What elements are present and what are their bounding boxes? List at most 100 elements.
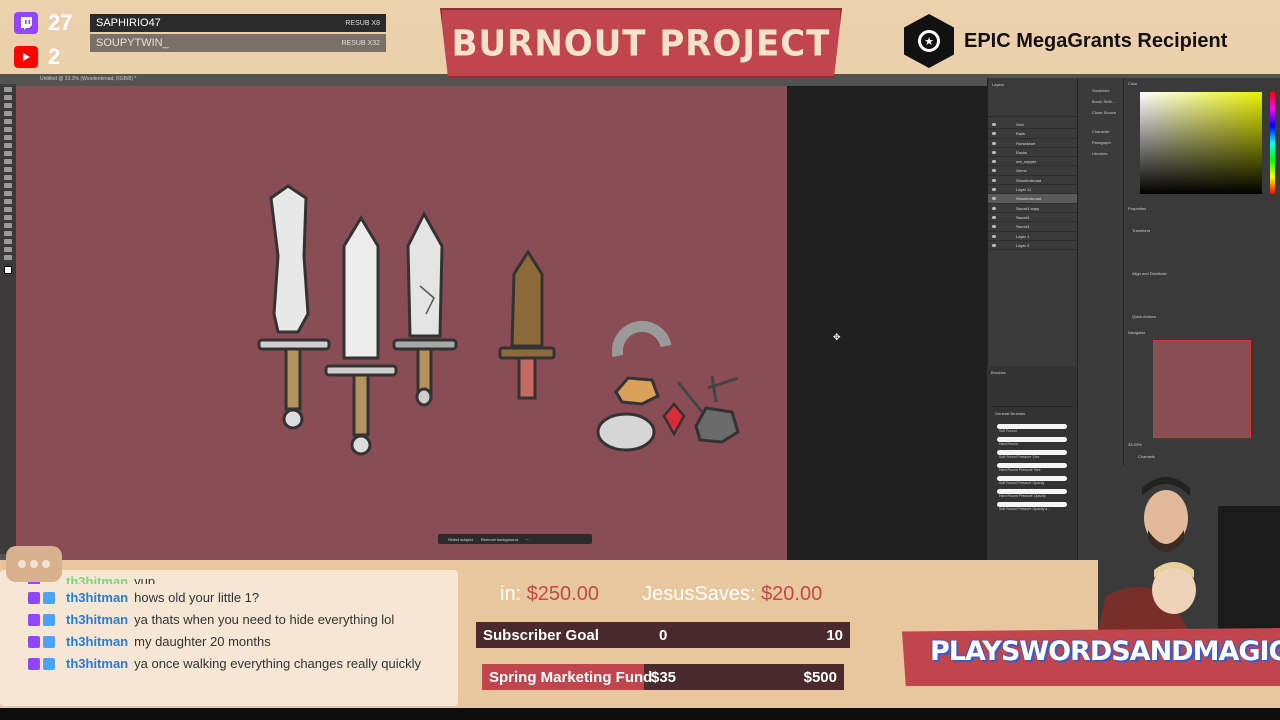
visibility-eye-icon[interactable] bbox=[992, 206, 996, 210]
hue-slider[interactable] bbox=[1270, 92, 1275, 194]
brush-name[interactable]: Soft Round Pressure Opacity a... bbox=[987, 507, 1077, 511]
visibility-eye-icon[interactable] bbox=[992, 160, 996, 164]
brush-name[interactable]: Soft Round bbox=[987, 429, 1077, 433]
chat-badges bbox=[28, 636, 55, 648]
visibility-eye-icon[interactable] bbox=[992, 225, 996, 229]
brush-list: Soft Round Hard Round Soft Round Pressure … bbox=[987, 424, 1077, 511]
cursor-icon: ✥ bbox=[833, 332, 841, 342]
horseshoe-sprite bbox=[612, 321, 672, 358]
epic-label: EPIC MegaGrants Recipient bbox=[964, 29, 1228, 52]
chat-username[interactable]: th3hitman bbox=[66, 634, 128, 649]
chat-text: ya once walking everything changes reall… bbox=[134, 656, 422, 671]
wooden-sword-sprite bbox=[498, 249, 556, 400]
eyedropper-tool-icon[interactable] bbox=[4, 135, 12, 140]
hand-tool-icon[interactable] bbox=[4, 239, 12, 244]
twitch-count: 27 bbox=[48, 10, 73, 35]
layer-row[interactable]: Grid bbox=[988, 120, 1077, 130]
layers-tab[interactable]: Layers bbox=[988, 78, 1077, 89]
visibility-eye-icon[interactable] bbox=[992, 188, 996, 192]
layer-row[interactable]: Layer 1 bbox=[988, 232, 1077, 241]
website-url[interactable]: PLAYSWORDSANDMAGIC.COM bbox=[930, 636, 1280, 667]
dock-item[interactable]: Swatches bbox=[1092, 88, 1109, 93]
layer-row[interactable]: Gems bbox=[988, 166, 1077, 176]
color-picker-field[interactable] bbox=[1140, 92, 1262, 194]
dock-item[interactable]: Paragraph bbox=[1092, 140, 1111, 145]
navigator-preview[interactable] bbox=[1153, 340, 1251, 438]
layer-name: Grid bbox=[1016, 122, 1024, 127]
visibility-eye-icon[interactable] bbox=[992, 169, 996, 173]
quick-select-tool-icon[interactable] bbox=[4, 111, 12, 116]
chat-text: yup bbox=[134, 574, 156, 584]
more-options-icon[interactable]: ··· bbox=[526, 537, 530, 542]
move-tool-icon[interactable] bbox=[4, 87, 12, 92]
remove-background-button[interactable]: Remove background bbox=[481, 537, 518, 542]
brush-name[interactable]: Hard Round Pressure Size bbox=[987, 468, 1077, 472]
gradient-tool-icon[interactable] bbox=[4, 183, 12, 188]
channels-tab[interactable]: Channels bbox=[1138, 454, 1155, 459]
layer-row[interactable]: Sword1 bbox=[988, 213, 1077, 223]
brush-group[interactable]: General Brushes bbox=[987, 407, 1077, 420]
layer-row[interactable]: Horseshoe bbox=[988, 139, 1077, 148]
path-select-tool-icon[interactable] bbox=[4, 223, 12, 228]
layer-name: Layer 1 bbox=[1016, 233, 1030, 239]
stamp-tool-icon[interactable] bbox=[4, 159, 12, 164]
brushes-tab[interactable]: Brushes bbox=[987, 366, 1077, 379]
layer-row[interactable]: Woodenbroad bbox=[988, 194, 1077, 204]
navigator-tab[interactable]: Navigator bbox=[1128, 330, 1145, 335]
lasso-tool-icon[interactable] bbox=[4, 103, 12, 108]
visibility-eye-icon[interactable] bbox=[992, 243, 996, 247]
brush-name[interactable]: Hard Round Pressure Opacity bbox=[987, 494, 1077, 498]
frame-tool-icon[interactable] bbox=[4, 127, 12, 132]
foreground-color-swatch[interactable] bbox=[4, 266, 12, 274]
dock-item[interactable]: Libraries bbox=[1092, 151, 1107, 156]
layer-row[interactable]: Rails bbox=[988, 129, 1077, 139]
brush-name[interactable]: Soft Round Pressure Size bbox=[987, 455, 1077, 459]
more-tools-icon[interactable] bbox=[4, 255, 12, 260]
shape-tool-icon[interactable] bbox=[4, 231, 12, 236]
layer-row[interactable]: Rocks bbox=[988, 148, 1077, 158]
blur-tool-icon[interactable] bbox=[4, 191, 12, 196]
brush-name[interactable]: Soft Round Pressure Opacity bbox=[987, 481, 1077, 485]
marketing-fund-bar: Spring Marketing Fund $35 $500 bbox=[482, 664, 844, 690]
history-brush-icon[interactable] bbox=[4, 167, 12, 172]
sub-tag: RESUB X8 bbox=[345, 19, 380, 27]
visibility-eye-icon[interactable] bbox=[992, 197, 996, 201]
crop-tool-icon[interactable] bbox=[4, 119, 12, 124]
layer-row[interactable]: Sword1 copy bbox=[988, 204, 1077, 213]
eraser-tool-icon[interactable] bbox=[4, 175, 12, 180]
document-tab[interactable]: Untitled @ 33.3% (Woodenbroad, RGB/8) * bbox=[40, 76, 136, 82]
layer-row[interactable]: Layer 11 bbox=[988, 185, 1077, 195]
zoom-level[interactable]: 33.33% bbox=[1128, 442, 1142, 447]
select-subject-button[interactable]: Select subject bbox=[448, 537, 473, 542]
layer-row[interactable]: Layer 2 bbox=[988, 241, 1077, 251]
pen-tool-icon[interactable] bbox=[4, 207, 12, 212]
marquee-tool-icon[interactable] bbox=[4, 95, 12, 100]
dock-item[interactable]: Character bbox=[1092, 129, 1110, 134]
visibility-eye-icon[interactable] bbox=[992, 215, 996, 219]
subscriber-goal-bar: Subscriber Goal 0 10 bbox=[476, 622, 850, 648]
visibility-eye-icon[interactable] bbox=[992, 123, 996, 126]
visibility-eye-icon[interactable] bbox=[992, 178, 996, 182]
chat-username[interactable]: th3hitman bbox=[66, 656, 128, 671]
properties-tab[interactable]: Properties bbox=[1128, 206, 1146, 211]
zoom-tool-icon[interactable] bbox=[4, 247, 12, 252]
canvas[interactable]: Select subject Remove background ··· bbox=[16, 86, 787, 560]
layer-row[interactable]: Sword1 bbox=[988, 222, 1077, 232]
dock-item[interactable]: Brush Setti... bbox=[1092, 99, 1115, 104]
visibility-eye-icon[interactable] bbox=[992, 234, 996, 238]
healing-tool-icon[interactable] bbox=[4, 143, 12, 148]
sub-name: SOUPYTWIN_ bbox=[96, 37, 169, 49]
chat-username[interactable]: th3hitman bbox=[66, 590, 128, 605]
visibility-eye-icon[interactable] bbox=[992, 132, 996, 136]
dodge-tool-icon[interactable] bbox=[4, 199, 12, 204]
chat-username[interactable]: th3hitman bbox=[66, 612, 128, 627]
dock-item[interactable]: Clone Source bbox=[1092, 110, 1116, 115]
brush-tool-icon[interactable] bbox=[4, 151, 12, 156]
layer-row[interactable]: ore_copper bbox=[988, 157, 1077, 167]
layer-row[interactable]: Woodenbroad bbox=[988, 176, 1077, 186]
type-tool-icon[interactable] bbox=[4, 215, 12, 220]
color-tab[interactable]: Color bbox=[1128, 81, 1138, 86]
brush-name[interactable]: Hard Round bbox=[987, 442, 1077, 446]
visibility-eye-icon[interactable] bbox=[992, 150, 996, 154]
visibility-eye-icon[interactable] bbox=[992, 141, 996, 145]
